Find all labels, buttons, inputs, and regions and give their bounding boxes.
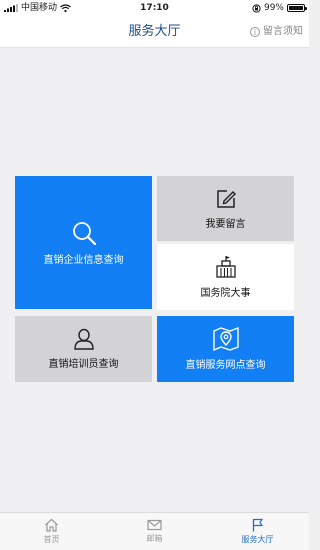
tab-home[interactable]: 首页: [0, 513, 103, 550]
battery-level: [289, 6, 303, 10]
leave-message-label: 我要留言: [205, 218, 246, 230]
tab-service-hall[interactable]: 服务大厅: [206, 513, 309, 550]
battery-percent: 99%: [263, 3, 284, 13]
mail-icon: [147, 519, 162, 531]
status-right: 99%: [252, 0, 307, 16]
service-outlets-tile[interactable]: 直销服务网点查询: [157, 316, 294, 382]
building-icon: [215, 256, 236, 278]
info-icon: i: [250, 26, 260, 37]
person-icon: [73, 328, 94, 350]
home-icon: [45, 518, 58, 532]
enterprise-query-label: 直销企业信息查询: [43, 254, 124, 266]
leave-message-tile[interactable]: 我要留言: [157, 176, 294, 241]
state-council-tile[interactable]: 国务院大事: [157, 244, 294, 310]
orientation-lock-icon: [252, 3, 261, 13]
trainer-query-tile[interactable]: 直销培训员查询: [15, 316, 152, 382]
notice-label: 留言须知: [263, 26, 303, 37]
map-pin-icon: [212, 327, 239, 351]
search-icon: [72, 221, 96, 245]
state-council-label: 国务院大事: [200, 288, 251, 299]
tab-mail-label: 邮箱: [146, 534, 163, 543]
nav-bar: 服务大厅 i 留言须知: [0, 16, 309, 48]
tab-service-hall-label: 服务大厅: [241, 535, 274, 544]
flag-icon: [252, 518, 264, 532]
tab-mail[interactable]: 邮箱: [103, 513, 206, 550]
status-bar: 中国移动 17:10 99%: [0, 0, 309, 16]
edit-icon: [216, 189, 236, 208]
trainer-query-label: 直销培训员查询: [48, 359, 119, 370]
service-outlets-label: 直销服务网点查询: [185, 360, 266, 371]
tab-home-label: 首页: [43, 535, 60, 544]
notice-button[interactable]: i 留言须知: [250, 16, 303, 47]
tab-bar: 首页 邮箱 服务大厅: [0, 512, 309, 550]
battery-icon: [287, 4, 307, 12]
enterprise-query-tile[interactable]: 直销企业信息查询: [15, 176, 152, 309]
